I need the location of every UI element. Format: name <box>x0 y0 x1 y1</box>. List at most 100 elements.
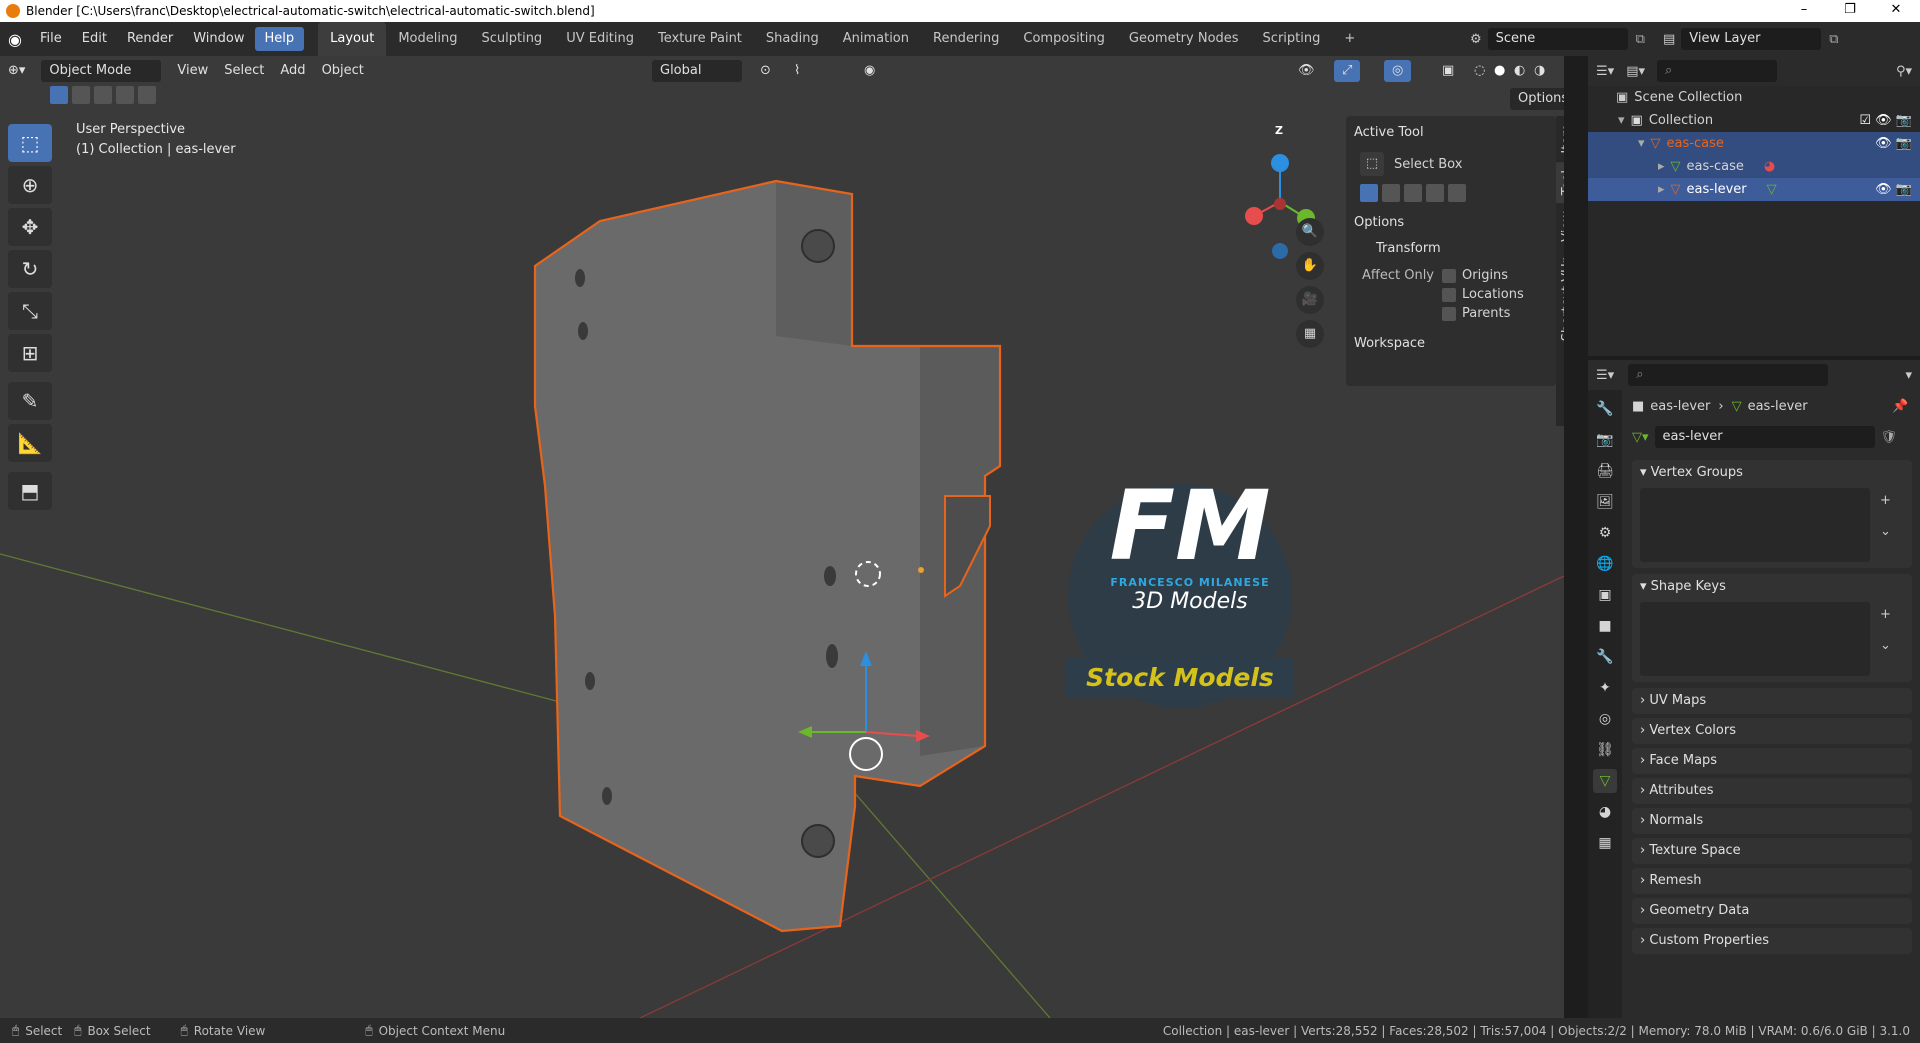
shape-key-add-icon[interactable]: + <box>1880 604 1891 626</box>
menu-render[interactable]: Render <box>117 27 183 51</box>
tab-scripting[interactable]: Scripting <box>1251 22 1333 56</box>
transform-subheader[interactable]: Transform <box>1346 236 1556 262</box>
outliner-editor-icon[interactable]: ☰▾ <box>1596 64 1614 79</box>
cursor-tool-icon[interactable]: ⊕ <box>8 166 52 204</box>
select-box-tool-icon[interactable]: ⬚ <box>8 124 52 162</box>
object-tab-icon[interactable]: ■ <box>1593 614 1617 638</box>
menu-file[interactable]: File <box>30 27 72 51</box>
ortho-grid-icon[interactable]: ▦ <box>1296 320 1324 348</box>
pin-icon[interactable]: 📌 <box>1892 399 1908 414</box>
physics-tab-icon[interactable]: ◎ <box>1593 707 1617 731</box>
collection-visibility-icons[interactable]: ☑ 👁 📷 <box>1859 109 1912 132</box>
datablock-name-field[interactable]: eas-lever <box>1654 426 1875 448</box>
material-tab-icon[interactable]: ◕ <box>1593 800 1617 824</box>
active-tool-header[interactable]: Active Tool <box>1346 120 1556 146</box>
tab-sculpting[interactable]: Sculpting <box>469 22 554 56</box>
menu-window[interactable]: Window <box>183 27 254 51</box>
item-visibility-icons[interactable]: 👁 📷 <box>1875 132 1912 155</box>
select-new-icon[interactable] <box>50 86 68 104</box>
blender-menu-icon[interactable]: ◉ <box>0 30 30 49</box>
add-workspace-button[interactable]: + <box>1332 22 1367 56</box>
npanel-select-new-icon[interactable] <box>1360 184 1378 202</box>
texture-space-panel[interactable]: › Texture Space <box>1632 838 1912 864</box>
vertex-groups-list[interactable] <box>1640 488 1870 562</box>
select-box-icon[interactable]: ⬚ <box>1360 152 1384 176</box>
tab-item[interactable]: Item <box>1556 116 1564 162</box>
scene-tab-icon[interactable]: ⚙ <box>1593 521 1617 545</box>
gizmo-z-label[interactable]: Z <box>1275 124 1283 137</box>
face-maps-panel[interactable]: › Face Maps <box>1632 748 1912 774</box>
tab-shortcut[interactable]: Shortcut VUr <box>1556 250 1564 349</box>
pan-hand-icon[interactable]: ✋ <box>1296 252 1324 280</box>
menu-add[interactable]: Add <box>272 60 313 82</box>
minimize-button[interactable]: – <box>1784 0 1824 22</box>
view-layer-new-icon[interactable]: ⧉ <box>1829 32 1838 47</box>
options-header[interactable]: Options <box>1346 210 1556 236</box>
expand-icon[interactable]: ▸ <box>1658 178 1665 201</box>
locations-checkbox[interactable] <box>1442 287 1456 302</box>
snap-icon[interactable]: ⌇ <box>786 60 808 82</box>
outliner-search-input[interactable]: ⌕ <box>1657 60 1777 82</box>
outliner-item-eas-case-mesh[interactable]: ▸ ▽ eas-case ◕ <box>1588 155 1920 178</box>
shape-keys-header[interactable]: ▾ Shape Keys <box>1632 574 1912 600</box>
select-extend-icon[interactable] <box>72 86 90 104</box>
custom-properties-panel[interactable]: › Custom Properties <box>1632 928 1912 954</box>
rendered-shading-icon[interactable]: ◑ <box>1526 60 1553 82</box>
tab-layout[interactable]: Layout <box>318 22 387 56</box>
collection-tab-icon[interactable]: ▣ <box>1593 583 1617 607</box>
attributes-panel[interactable]: › Attributes <box>1632 778 1912 804</box>
editor-type-icon[interactable]: ⊕▾ <box>0 60 33 82</box>
pivot-icon[interactable]: ⊙ <box>752 60 779 82</box>
select-invert-icon[interactable] <box>116 86 134 104</box>
vertex-group-menu-icon[interactable]: ⌄ <box>1880 524 1891 539</box>
item-visibility-icons[interactable]: 👁 📷 <box>1875 178 1912 201</box>
3d-viewport[interactable]: ⊕▾ Object Mode View Select Add Object Gl… <box>0 56 1564 1018</box>
mesh-datablock-icon[interactable]: ▽▾ <box>1632 430 1649 445</box>
modifier-tab-icon[interactable]: 🔧 <box>1593 645 1617 669</box>
visibility-icon[interactable]: 👁 <box>1290 60 1323 82</box>
viewport-options-dropdown[interactable]: Options <box>1510 88 1564 110</box>
menu-object[interactable]: Object <box>314 60 372 82</box>
xray-icon[interactable]: ▣ <box>1434 60 1462 82</box>
mode-selector[interactable]: Object Mode <box>41 60 162 82</box>
render-tab-icon[interactable]: 📷 <box>1593 428 1617 452</box>
vertex-groups-header[interactable]: ▾ Vertex Groups <box>1632 460 1912 486</box>
properties-editor-icon[interactable]: ☰▾ <box>1596 368 1614 383</box>
collection-expand-icon[interactable]: ▾ <box>1618 109 1625 132</box>
fake-user-icon[interactable]: 🛡 <box>1881 430 1898 445</box>
menu-view[interactable]: View <box>169 60 216 82</box>
display-mode-icon[interactable]: ▤▾ <box>1626 64 1645 79</box>
overlay-toggle-icon[interactable]: ◎ <box>1384 60 1412 82</box>
npanel-select-intersect-icon[interactable] <box>1448 184 1466 202</box>
maximize-button[interactable]: ❐ <box>1830 0 1870 22</box>
remesh-panel[interactable]: › Remesh <box>1632 868 1912 894</box>
menu-select[interactable]: Select <box>216 60 272 82</box>
tool-tab-icon[interactable]: 🔧 <box>1593 397 1617 421</box>
filter-icon[interactable]: ⚲▾ <box>1896 64 1912 79</box>
tab-texture-paint[interactable]: Texture Paint <box>646 22 754 56</box>
particles-tab-icon[interactable]: ✦ <box>1593 676 1617 700</box>
annotate-tool-icon[interactable]: ✎ <box>8 382 52 420</box>
measure-tool-icon[interactable]: 📐 <box>8 424 52 462</box>
output-tab-icon[interactable]: 🖨 <box>1593 459 1617 483</box>
origins-checkbox[interactable] <box>1442 268 1456 283</box>
constraints-tab-icon[interactable]: ⛓ <box>1593 738 1617 762</box>
workspace-header[interactable]: Workspace <box>1346 331 1556 357</box>
transform-orientation[interactable]: Global <box>652 60 742 82</box>
tab-geometry-nodes[interactable]: Geometry Nodes <box>1117 22 1251 56</box>
tab-tool[interactable]: Tool <box>1556 161 1564 203</box>
rotate-tool-icon[interactable]: ↻ <box>8 250 52 288</box>
tab-compositing[interactable]: Compositing <box>1011 22 1117 56</box>
outliner-item-eas-lever[interactable]: ▸ ▽ eas-lever ▽ 👁 📷 <box>1588 178 1920 201</box>
properties-options-icon[interactable]: ▾ <box>1905 368 1912 383</box>
geometry-data-panel[interactable]: › Geometry Data <box>1632 898 1912 924</box>
npanel-select-extend-icon[interactable] <box>1382 184 1400 202</box>
world-tab-icon[interactable]: 🌐 <box>1593 552 1617 576</box>
outliner-item-eas-case-parent[interactable]: ▾ ▽ eas-case 👁 📷 <box>1588 132 1920 155</box>
shape-keys-list[interactable] <box>1640 602 1870 676</box>
npanel-select-subtract-icon[interactable] <box>1404 184 1422 202</box>
expand-icon[interactable]: ▾ <box>1638 132 1645 155</box>
shape-key-menu-icon[interactable]: ⌄ <box>1880 638 1891 653</box>
transform-tool-icon[interactable]: ⊞ <box>8 334 52 372</box>
properties-search-input[interactable]: ⌕ <box>1628 364 1829 386</box>
